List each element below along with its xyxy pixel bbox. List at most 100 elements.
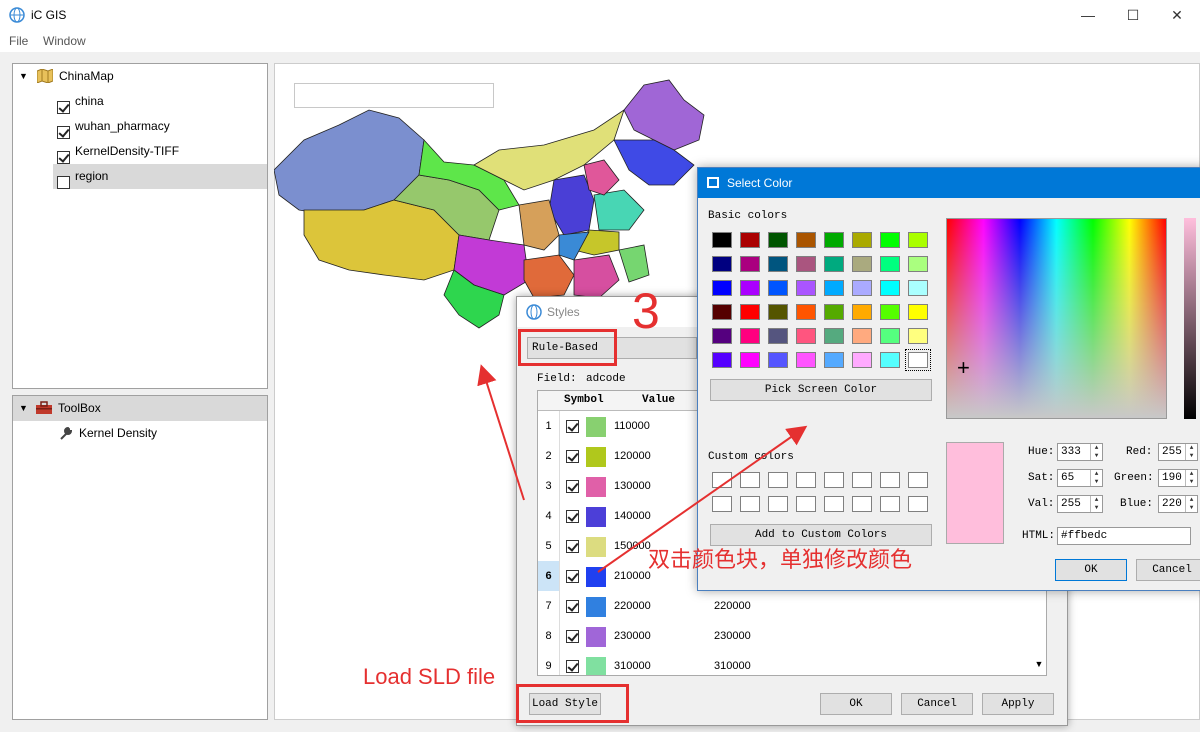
menu-file[interactable]: File [9,34,28,48]
basic-color-swatch[interactable] [712,280,732,296]
styles-apply-button[interactable]: Apply [982,693,1054,715]
close-button[interactable]: ✕ [1154,0,1200,30]
custom-color-swatch[interactable] [824,472,844,488]
symbol-color-swatch[interactable] [586,657,606,675]
green-spinbox[interactable]: 190 ▲ ▼ [1158,469,1198,487]
basic-color-swatch[interactable] [768,304,788,320]
symbol-color-swatch[interactable] [586,567,606,587]
custom-color-swatch[interactable] [768,472,788,488]
basic-color-swatch[interactable] [768,256,788,272]
color-cancel-button[interactable]: Cancel [1136,559,1200,581]
value-slider[interactable] [1184,218,1196,419]
layer-item-wuhan-pharmacy[interactable]: wuhan_pharmacy [53,114,267,140]
custom-color-swatch[interactable] [908,496,928,512]
styles-ok-button[interactable]: OK [820,693,892,715]
basic-color-swatch[interactable] [740,256,760,272]
basic-color-swatch[interactable] [712,328,732,344]
basic-color-swatch[interactable] [880,256,900,272]
basic-color-swatch[interactable] [880,232,900,248]
basic-color-swatch[interactable] [852,328,872,344]
column-header-symbol[interactable]: Symbol [564,394,604,406]
layer-checkbox[interactable] [57,176,70,190]
color-ok-button[interactable]: OK [1055,559,1127,581]
basic-color-swatch[interactable] [768,328,788,344]
rule-checkbox[interactable] [566,540,579,554]
chevron-down-icon[interactable]: ▼ [19,64,28,89]
custom-color-swatch[interactable] [796,472,816,488]
basic-color-swatch[interactable] [740,280,760,296]
rule-checkbox[interactable] [566,510,579,524]
symbol-color-swatch[interactable] [586,417,606,437]
layer-checkbox[interactable] [57,151,70,165]
basic-color-swatch[interactable] [908,280,928,296]
table-row[interactable]: 7 220000 220000 [538,591,1046,621]
basic-color-swatch[interactable] [740,304,760,320]
symbol-color-swatch[interactable] [586,477,606,497]
hue-spinbox[interactable]: 333 ▲ ▼ [1057,443,1103,461]
maximize-button[interactable]: ☐ [1110,0,1156,30]
toolbox-group[interactable]: ▼ ToolBox [13,396,267,421]
basic-color-swatch[interactable] [712,352,732,368]
basic-color-swatch[interactable] [824,304,844,320]
custom-color-swatch[interactable] [768,496,788,512]
basic-color-swatch[interactable] [740,232,760,248]
layer-item-region[interactable]: region [53,164,267,190]
basic-color-swatch[interactable] [768,232,788,248]
table-row[interactable]: 8 230000 230000 [538,621,1046,651]
layer-group-chinamap[interactable]: ▼ ChinaMap [17,64,267,89]
custom-color-swatch[interactable] [880,496,900,512]
rule-checkbox[interactable] [566,570,579,584]
basic-color-swatch[interactable] [880,328,900,344]
basic-color-swatch[interactable] [796,304,816,320]
pick-screen-color-button[interactable]: Pick Screen Color [710,379,932,401]
basic-color-swatch[interactable] [712,232,732,248]
basic-color-swatch[interactable] [852,304,872,320]
layer-checkbox[interactable] [57,101,70,115]
basic-color-swatch[interactable] [905,349,931,371]
scroll-down-arrow[interactable]: ▼ [1033,659,1045,673]
table-row[interactable]: 9 310000 310000 [538,651,1046,675]
basic-color-swatch[interactable] [852,256,872,272]
symbol-color-swatch[interactable] [586,447,606,467]
layer-item-kerneldensity[interactable]: KernelDensity-TIFF [53,139,267,165]
val-spinbox[interactable]: 255 ▲ ▼ [1057,495,1103,513]
custom-color-swatch[interactable] [740,496,760,512]
rule-checkbox[interactable] [566,630,579,644]
rule-checkbox[interactable] [566,480,579,494]
basic-color-swatch[interactable] [880,352,900,368]
red-spinbox[interactable]: 255 ▲ ▼ [1158,443,1198,461]
rule-checkbox[interactable] [566,660,579,674]
basic-color-swatch[interactable] [824,328,844,344]
basic-color-swatch[interactable] [908,256,928,272]
symbol-color-swatch[interactable] [586,597,606,617]
custom-color-swatch[interactable] [740,472,760,488]
hue-saturation-picker[interactable]: + [946,218,1167,419]
basic-color-swatch[interactable] [796,352,816,368]
custom-color-swatch[interactable] [908,472,928,488]
chevron-down-icon[interactable]: ▼ [19,396,28,421]
basic-color-swatch[interactable] [796,280,816,296]
custom-color-swatch[interactable] [824,496,844,512]
basic-color-swatch[interactable] [796,328,816,344]
symbol-color-swatch[interactable] [586,507,606,527]
basic-color-swatch[interactable] [796,256,816,272]
basic-color-swatch[interactable] [768,280,788,296]
basic-color-swatch[interactable] [824,352,844,368]
custom-color-swatch[interactable] [796,496,816,512]
basic-color-swatch[interactable] [824,256,844,272]
custom-color-swatch[interactable] [880,472,900,488]
minimize-button[interactable]: — [1065,0,1111,30]
symbol-color-swatch[interactable] [586,627,606,647]
custom-color-swatch[interactable] [712,496,732,512]
custom-color-swatch[interactable] [852,496,872,512]
basic-color-swatch[interactable] [852,280,872,296]
basic-color-swatch[interactable] [740,328,760,344]
basic-color-swatch[interactable] [880,304,900,320]
basic-color-swatch[interactable] [740,352,760,368]
basic-color-swatch[interactable] [824,280,844,296]
basic-color-swatch[interactable] [796,232,816,248]
custom-color-swatch[interactable] [712,472,732,488]
html-color-input[interactable]: #ffbedc [1057,527,1191,545]
basic-color-swatch[interactable] [908,304,928,320]
sat-spinbox[interactable]: 65 ▲ ▼ [1057,469,1103,487]
